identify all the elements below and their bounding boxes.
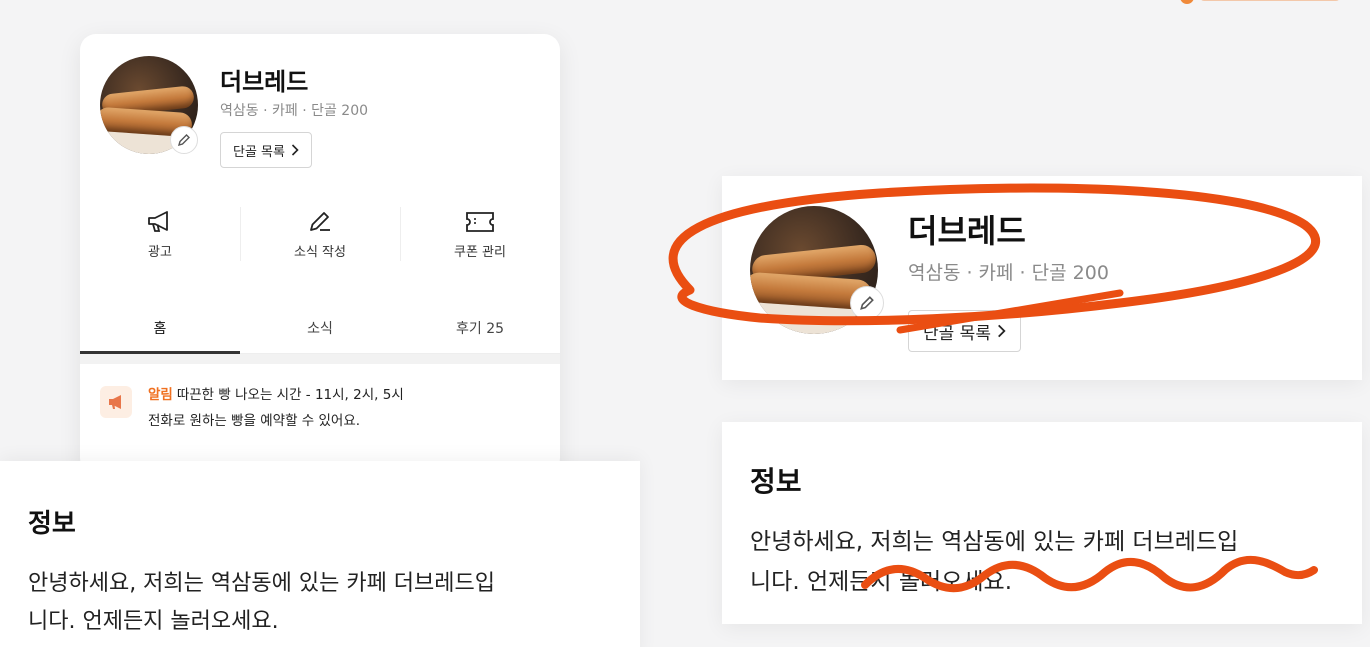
notice-line-2: 전화로 원하는 빵을 예약할 수 있어요.: [148, 413, 361, 429]
info-body-line-2: 니다. 언제든지 놀러오세요.: [28, 609, 279, 634]
info-body-line-1: 안녕하세요, 저희는 역삼동에 있는 카페 더브레드입: [28, 571, 496, 596]
pencil-icon: [310, 211, 330, 231]
store-name: 더브레드: [220, 68, 309, 96]
edit-avatar-button[interactable]: [170, 126, 198, 154]
tab-reviews[interactable]: 후기 25: [400, 302, 560, 353]
pencil-icon: [860, 296, 874, 310]
store-name: 더브레드: [908, 212, 1026, 250]
pencil-icon: [177, 134, 190, 147]
tab-label: 후기 25: [455, 320, 505, 337]
info-body: 안녕하세요, 저희는 역삼동에 있는 카페 더브레드입 니다. 언제든지 놀러오…: [750, 522, 1350, 602]
info-title: 정보: [750, 465, 802, 498]
edit-avatar-button[interactable]: [850, 286, 884, 320]
notice-banner[interactable]: 알림 따끈한 빵 나오는 시간 - 11시, 2시, 5시 전화로 원하는 빵을 …: [100, 382, 540, 434]
store-profile-screen: 더브레드 역삼동 · 카페 · 단골 200 단골 목록 광고 소식 작성 쿠폰…: [80, 34, 560, 474]
notice-megaphone-icon: [100, 386, 132, 418]
section-divider: [80, 354, 560, 364]
zoomed-info-section: 정보 안녕하세요, 저희는 역삼동에 있는 카페 더브레드입 니다. 언제든지 …: [722, 422, 1362, 624]
write-news-button[interactable]: 소식 작성: [240, 199, 400, 269]
coupon-manage-button[interactable]: 쿠폰 관리: [400, 199, 560, 269]
quick-actions: 광고 소식 작성 쿠폰 관리: [80, 199, 560, 269]
store-profile-header: 더브레드 역삼동 · 카페 · 단골 200 단골 목록: [80, 34, 560, 199]
ticket-icon: [466, 211, 494, 232]
notice-text: 알림 따끈한 빵 나오는 시간 - 11시, 2시, 5시 전화로 원하는 빵을 …: [148, 382, 404, 434]
tab-label: 홈: [153, 320, 167, 337]
regulars-list-button[interactable]: 단골 목록: [220, 132, 312, 168]
tab-home[interactable]: 홈: [80, 302, 240, 354]
logo-wordmark: [1200, 0, 1340, 1]
regulars-list-button[interactable]: 단골 목록: [908, 310, 1021, 352]
store-meta: 역삼동 · 카페 · 단골 200: [220, 103, 369, 119]
write-news-label: 소식 작성: [294, 244, 346, 260]
ad-label: 광고: [148, 244, 172, 260]
regulars-list-label: 단골 목록: [923, 323, 991, 344]
notice-line-1: 따끈한 빵 나오는 시간 - 11시, 2시, 5시: [176, 387, 404, 403]
megaphone-icon: [148, 210, 168, 232]
info-title: 정보: [28, 509, 76, 539]
info-section: 정보 안녕하세요, 저희는 역삼동에 있는 카페 더브레드입 니다. 언제든지 …: [0, 461, 640, 647]
profile-tabs: 홈 소식 후기 25: [80, 302, 560, 354]
info-body: 안녕하세요, 저희는 역삼동에 있는 카페 더브레드입 니다. 언제든지 놀러오…: [28, 565, 628, 641]
store-meta: 역삼동 · 카페 · 단골 200: [908, 262, 1109, 284]
info-body-line-1: 안녕하세요, 저희는 역삼동에 있는 카페 더브레드입: [750, 529, 1239, 555]
notice-tag: 알림: [148, 387, 173, 403]
tab-label: 소식: [307, 320, 333, 337]
info-body-line-2: 니다. 언제든지 놀러오세요.: [750, 569, 1013, 595]
chevron-right-icon: [291, 144, 299, 156]
zoomed-profile-card: 더브레드 역삼동 · 카페 · 단골 200 단골 목록: [722, 176, 1362, 380]
regulars-list-label: 단골 목록: [233, 144, 285, 160]
tab-news[interactable]: 소식: [240, 302, 400, 353]
megaphone-icon: [109, 395, 121, 409]
logo-mark-icon: [1180, 0, 1194, 4]
ad-button[interactable]: 광고: [80, 199, 240, 269]
coupon-manage-label: 쿠폰 관리: [454, 244, 506, 260]
corner-logo: [1180, 0, 1370, 4]
chevron-right-icon: [998, 324, 1006, 338]
